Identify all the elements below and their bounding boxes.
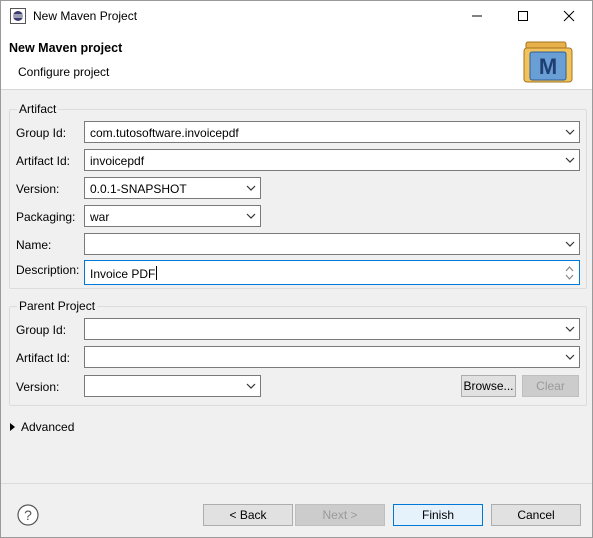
- description-value: Invoice PDF: [90, 267, 156, 281]
- artifact-id-combo[interactable]: invoicepdf: [84, 149, 580, 171]
- wizard-header: New Maven project Configure project M: [1, 30, 592, 90]
- description-label: Description:: [16, 263, 80, 277]
- advanced-label: Advanced: [21, 420, 75, 434]
- description-text: Invoice PDF: [90, 266, 158, 281]
- text-caret: [156, 266, 158, 280]
- title-bar: New Maven Project: [1, 1, 592, 30]
- page-title: New Maven project: [9, 41, 123, 55]
- parent-project-legend: Parent Project: [17, 299, 98, 313]
- footer-divider: [1, 483, 592, 484]
- back-button[interactable]: < Back: [203, 504, 293, 526]
- version-combo[interactable]: 0.0.1-SNAPSHOT: [84, 177, 261, 199]
- chevron-down-icon: [246, 213, 256, 219]
- version-label: Version:: [16, 182, 60, 196]
- advanced-section-toggle[interactable]: Advanced: [10, 420, 74, 434]
- window-title: New Maven Project: [33, 9, 138, 23]
- packaging-value: war: [90, 210, 110, 224]
- parent-artifact-id-label: Artifact Id:: [16, 351, 71, 365]
- svg-text:?: ?: [24, 507, 32, 523]
- next-button[interactable]: Next >: [295, 504, 385, 526]
- group-id-label: Group Id:: [16, 126, 67, 140]
- name-combo[interactable]: [84, 233, 580, 255]
- artifact-id-label: Artifact Id:: [16, 154, 71, 168]
- chevron-down-icon: [565, 354, 575, 360]
- description-field[interactable]: Invoice PDF: [84, 260, 580, 285]
- eclipse-icon: [10, 8, 26, 24]
- close-button[interactable]: [546, 1, 592, 30]
- maximize-button[interactable]: [500, 1, 546, 30]
- packaging-combo[interactable]: war: [84, 205, 261, 227]
- close-icon: [563, 10, 575, 21]
- minimize-icon: [472, 15, 482, 16]
- parent-artifact-id-combo[interactable]: [84, 346, 580, 368]
- maven-logo-icon: M: [523, 41, 573, 83]
- version-value: 0.0.1-SNAPSHOT: [90, 182, 187, 196]
- chevron-down-icon: [246, 185, 256, 191]
- maximize-icon: [518, 10, 528, 21]
- chevron-down-icon: [565, 241, 575, 247]
- help-icon[interactable]: ?: [17, 504, 39, 526]
- chevron-down-icon: [246, 383, 256, 389]
- browse-button[interactable]: Browse...: [461, 375, 516, 397]
- name-label: Name:: [16, 238, 52, 252]
- chevron-down-icon: [565, 157, 575, 163]
- maven-logo-letter: M: [539, 54, 557, 79]
- chevron-down-icon: [565, 129, 575, 135]
- page-subtitle: Configure project: [18, 65, 110, 79]
- clear-button[interactable]: Clear: [522, 375, 579, 397]
- spin-up-icon[interactable]: [565, 265, 574, 272]
- finish-button[interactable]: Finish: [393, 504, 483, 526]
- expand-triangle-icon: [10, 423, 15, 431]
- artifact-id-value: invoicepdf: [90, 154, 145, 168]
- group-id-value: com.tutosoftware.invoicepdf: [90, 126, 239, 140]
- spin-down-icon[interactable]: [565, 274, 574, 281]
- cancel-button[interactable]: Cancel: [491, 504, 581, 526]
- parent-group-id-label: Group Id:: [16, 323, 67, 337]
- parent-group-id-combo[interactable]: [84, 318, 580, 340]
- parent-version-label: Version:: [16, 380, 60, 394]
- artifact-group-legend: Artifact: [17, 102, 59, 116]
- group-id-combo[interactable]: com.tutosoftware.invoicepdf: [84, 121, 580, 143]
- parent-version-combo[interactable]: [84, 375, 261, 397]
- dialog-window: New Maven Project New Maven project Conf…: [0, 0, 593, 538]
- packaging-label: Packaging:: [16, 210, 76, 224]
- minimize-button[interactable]: [454, 1, 500, 30]
- chevron-down-icon: [565, 326, 575, 332]
